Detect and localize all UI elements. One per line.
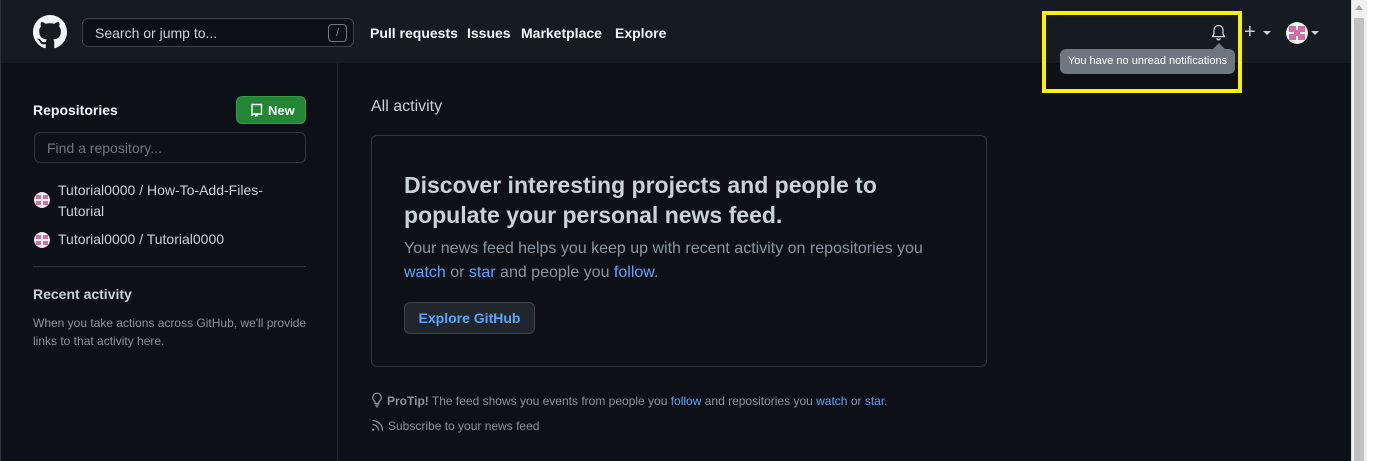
divider [33,266,306,267]
github-window: Search or jump to... / Pull requests Iss… [0,0,1351,461]
repo-icon [251,103,263,117]
subscribe-feed-link[interactable]: Subscribe to your news feed [371,419,539,433]
page-title: All activity [371,98,443,115]
nav-marketplace[interactable]: Marketplace [521,25,602,41]
search-placeholder: Search or jump to... [95,25,218,41]
repositories-title: Repositories [33,102,118,118]
github-octocat-icon[interactable] [33,15,67,49]
description-text: Your news feed helps you keep up with re… [404,240,923,257]
description-text: . [653,264,659,281]
create-new-button[interactable]: + [1244,22,1256,42]
search-shortcut-key: / [328,24,347,42]
rss-icon [372,419,384,431]
recent-activity-text: When you take actions across GitHub, we'… [33,316,307,348]
nav-issues[interactable]: Issues [467,25,511,41]
nav-explore[interactable]: Explore [615,25,666,41]
protip-text: . [884,394,888,408]
scrollbar-thumb[interactable] [1354,18,1364,461]
follow-link[interactable]: follow [671,394,702,408]
avatar [34,192,50,208]
subscribe-label: Subscribe to your news feed [388,419,540,433]
explore-github-button[interactable]: Explore GitHub [404,302,535,334]
new-button-label: New [268,103,295,118]
watch-link[interactable]: watch [404,264,446,281]
description-text: and people you [495,264,614,281]
chevron-down-icon[interactable] [1311,31,1319,35]
repo-name-line: Tutorial0000 / How-To-Add-Files- [58,182,263,198]
search-input[interactable]: Search or jump to... / [82,18,354,47]
avatar[interactable] [1286,22,1308,44]
find-repository-input[interactable] [34,132,306,163]
repo-name-line: Tutorial [58,203,105,219]
description-text: or [445,264,469,281]
lightbulb-icon [372,392,382,408]
nav-pull-requests[interactable]: Pull requests [370,25,458,41]
chevron-down-icon[interactable] [1263,31,1271,35]
notifications-tooltip: You have no unread notifications [1060,49,1235,74]
scroll-up-arrow-icon[interactable] [1355,5,1363,10]
protip: ProTip! The feed shows you events from p… [371,392,888,408]
new-repository-button[interactable]: New [236,96,306,124]
discover-card: Discover interesting projects and people… [371,135,987,367]
follow-link[interactable]: follow [614,264,654,281]
protip-text: and repositories you [701,394,817,408]
discover-description: Your news feed helps you keep up with re… [404,237,964,285]
watch-link[interactable]: watch [816,394,847,408]
recent-activity-title: Recent activity [33,286,132,302]
discover-title: Discover interesting projects and people… [404,172,877,228]
star-link[interactable]: star [469,264,496,281]
protip-label: ProTip! [387,394,429,408]
repo-link-tutorial0000[interactable]: Tutorial0000 / Tutorial0000 [58,229,224,250]
repo-link-how-to-add-files[interactable]: Tutorial0000 / How-To-Add-Files- Tutoria… [58,180,263,222]
dashboard-sidebar: Repositories New Tutorial0000 / How-To-A… [1,63,338,461]
protip-text: The feed shows you events from people yo… [428,394,671,408]
protip-text: or [847,394,865,408]
avatar [34,232,50,248]
star-link[interactable]: star [865,394,884,408]
